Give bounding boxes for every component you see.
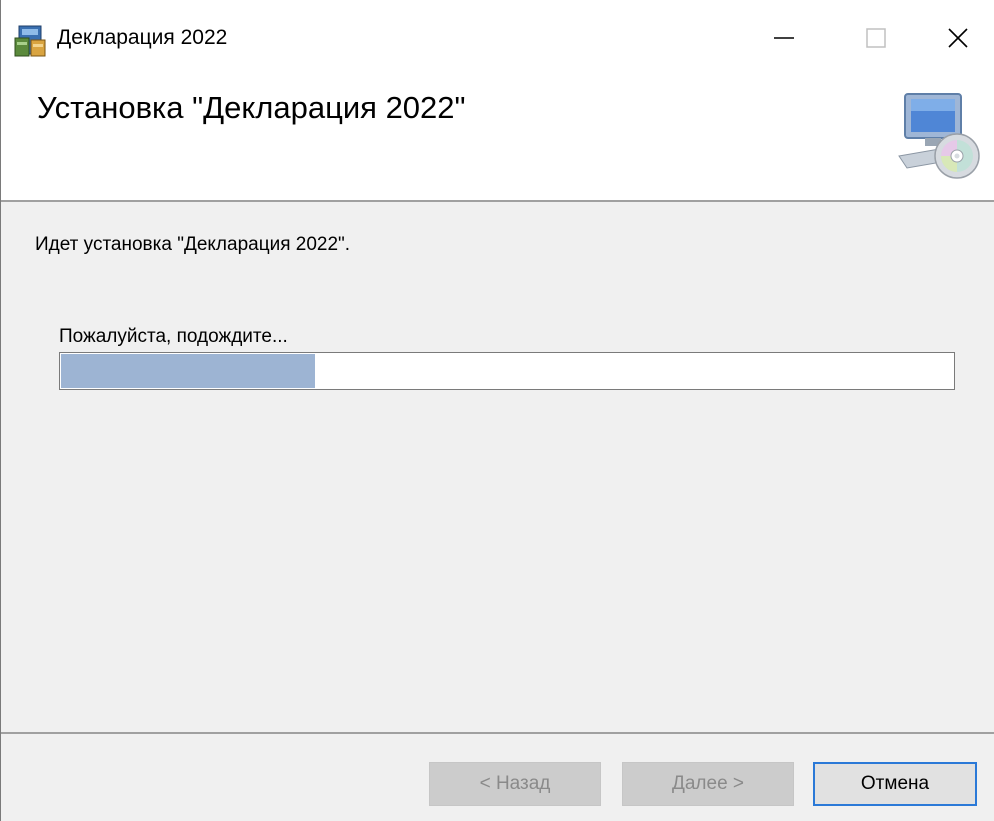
progress-bar — [59, 352, 955, 390]
minimize-icon — [772, 26, 796, 55]
minimize-button[interactable] — [738, 0, 830, 80]
title-bar[interactable]: Декларация 2022 — [1, 0, 994, 80]
installer-window: Декларация 2022 Установка "Декларация 20… — [0, 0, 994, 821]
computer-cd-setup-icon — [897, 86, 981, 182]
header-banner: Установка "Декларация 2022" — [1, 80, 994, 200]
maximize-icon — [864, 26, 888, 55]
status-text: Идет установка "Декларация 2022". — [35, 234, 351, 255]
cancel-button[interactable]: Отмена — [813, 762, 977, 806]
installer-app-icon — [13, 24, 47, 58]
close-button[interactable] — [922, 0, 994, 80]
next-button[interactable]: Далее > — [622, 762, 794, 806]
back-button[interactable]: < Назад — [429, 762, 601, 806]
footer-panel: < Назад Далее > Отмена — [1, 734, 994, 821]
progress-fill — [61, 354, 315, 388]
wait-text: Пожалуйста, подождите... — [59, 326, 288, 347]
close-icon — [946, 26, 970, 55]
window-title: Декларация 2022 — [57, 26, 228, 49]
maximize-button[interactable] — [830, 0, 922, 80]
page-title: Установка "Декларация 2022" — [37, 90, 466, 125]
content-panel: Идет установка "Декларация 2022". Пожалу… — [1, 202, 994, 732]
